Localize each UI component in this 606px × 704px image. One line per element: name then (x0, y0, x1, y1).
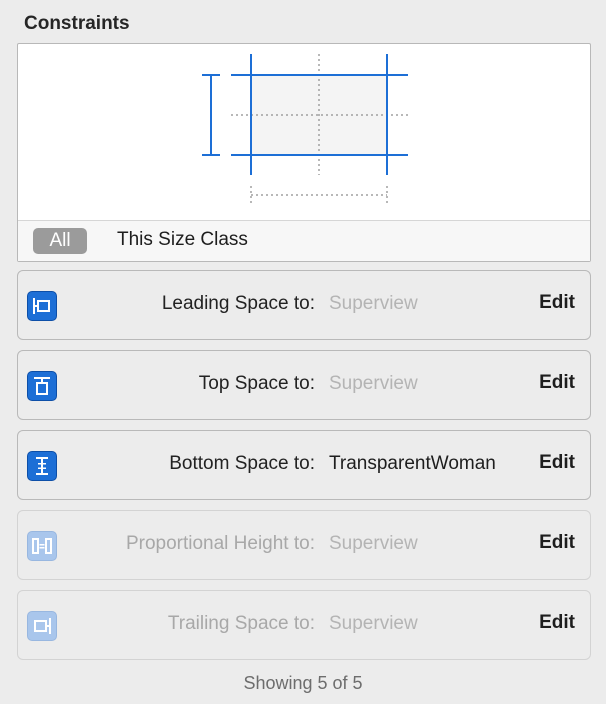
constraint-label: Top Space to: (198, 373, 315, 394)
constraint-row-bottom[interactable]: Bottom Space to: TransparentWoman Edit (17, 430, 591, 500)
constraint-target: Superview (329, 613, 418, 634)
constraint-row-trailing[interactable]: Trailing Space to: Superview Edit (17, 590, 591, 660)
constraint-editor: All This Size Class (17, 43, 591, 262)
section-title: Constraints (24, 13, 130, 34)
size-class-label[interactable]: This Size Class (117, 229, 248, 251)
constraints-panel: Constraints All This Size Class Leading … (0, 0, 606, 704)
edit-button[interactable]: Edit (539, 292, 575, 314)
constraint-row-top[interactable]: Top Space to: Superview Edit (17, 350, 591, 420)
constraint-label: Leading Space to: (161, 293, 315, 314)
constraint-target: Superview (329, 533, 418, 554)
trailing-space-icon (27, 611, 57, 641)
edit-button[interactable]: Edit (539, 612, 575, 634)
constraint-row-proportional-height[interactable]: Proportional Height to: Superview Edit (17, 510, 591, 580)
proportional-height-icon (27, 531, 57, 561)
edit-button[interactable]: Edit (539, 372, 575, 394)
top-space-icon (27, 371, 57, 401)
constraint-target: Superview (329, 373, 418, 394)
bottom-space-icon (27, 451, 57, 481)
editor-footer: All This Size Class (18, 220, 590, 261)
leading-space-icon (27, 291, 57, 321)
constraint-label: Proportional Height to: (125, 533, 315, 554)
constraint-label: Bottom Space to: (169, 453, 315, 474)
edit-button[interactable]: Edit (539, 532, 575, 554)
constraint-target: TransparentWoman (329, 453, 496, 474)
showing-count: Showing 5 of 5 (243, 673, 363, 693)
constraint-target: Superview (329, 293, 418, 314)
edit-button[interactable]: Edit (539, 452, 575, 474)
constraint-label: Trailing Space to: (167, 613, 315, 634)
constraint-row-leading[interactable]: Leading Space to: Superview Edit (17, 270, 591, 340)
constraint-diagram[interactable] (18, 44, 590, 220)
filter-all-button[interactable]: All (33, 228, 87, 254)
